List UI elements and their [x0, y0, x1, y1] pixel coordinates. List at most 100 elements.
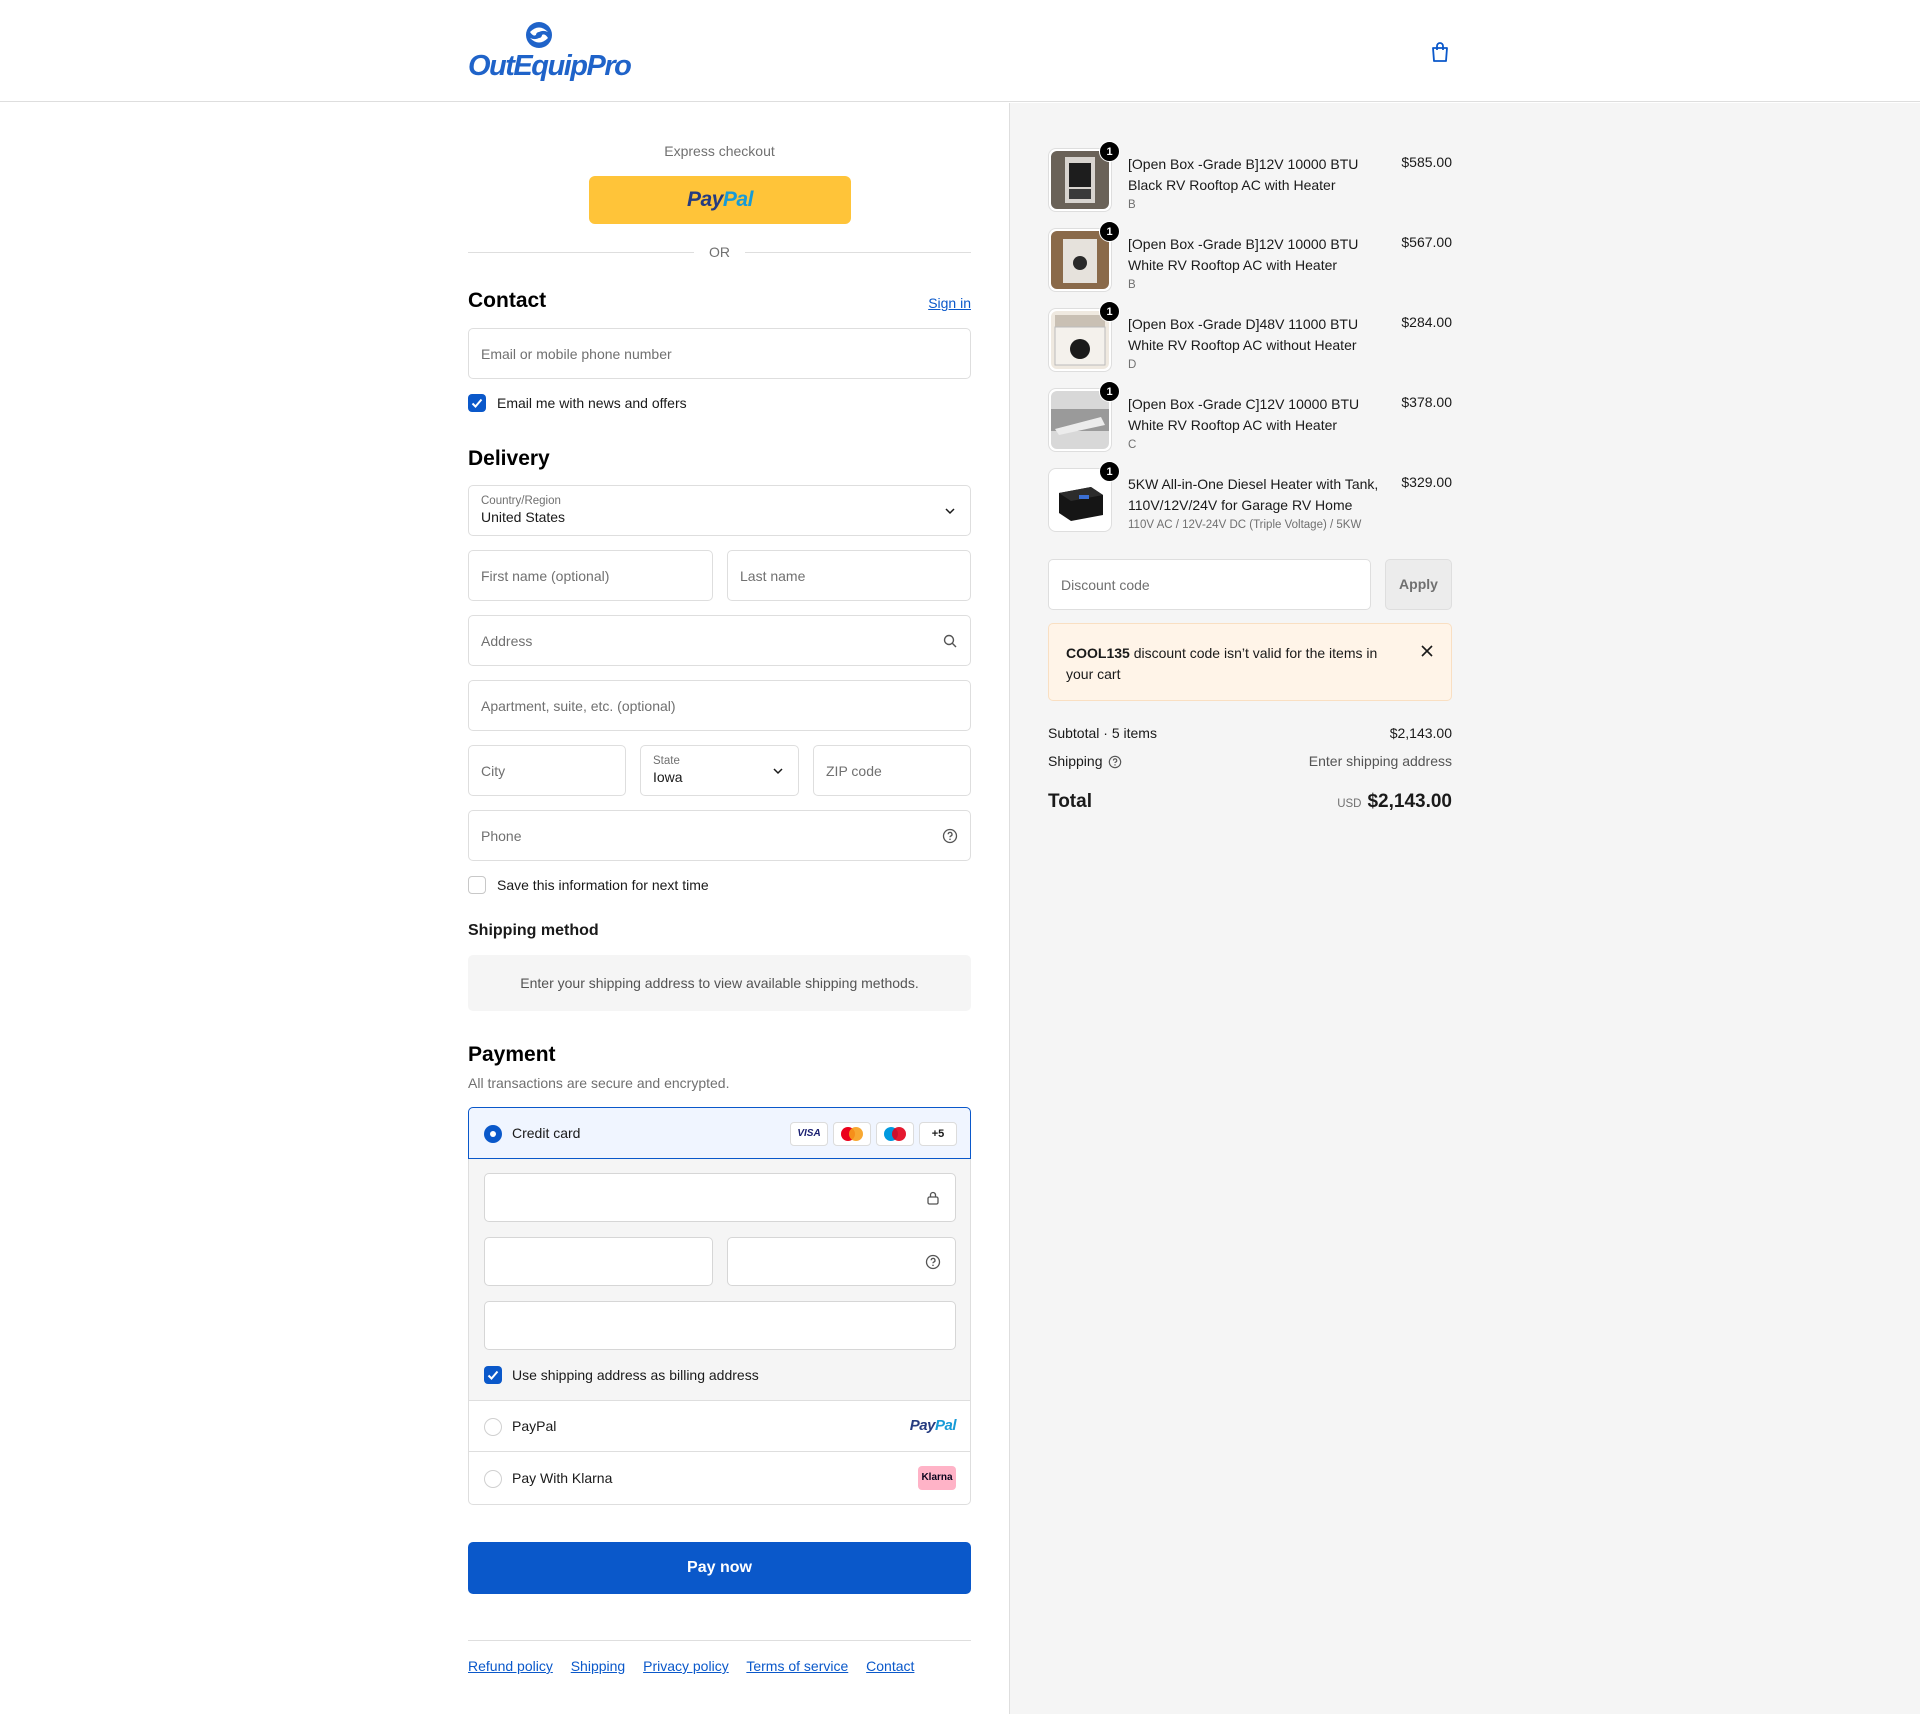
footer-links: Refund policy Shipping Privacy policy Te… [468, 1658, 928, 1674]
card-name-field[interactable] [484, 1301, 956, 1350]
subtotal-value: $2,143.00 [1389, 725, 1452, 741]
close-icon[interactable] [1420, 644, 1434, 658]
search-icon [943, 634, 957, 648]
privacy-policy-link[interactable]: Privacy policy [643, 1658, 729, 1674]
product-thumbnail: 1 [1048, 381, 1120, 452]
paypal-logo: PayPal [687, 188, 753, 211]
city-field[interactable]: City [468, 745, 626, 796]
item-name: [Open Box -Grade D]48V 11000 BTU White R… [1128, 316, 1359, 353]
discount-error-banner: COOL135 discount code isn’t valid for th… [1048, 623, 1452, 701]
item-name: 5KW All-in-One Diesel Heater with Tank, … [1128, 476, 1379, 513]
paypal-express-button[interactable]: PayPal [589, 176, 851, 224]
shipping-method-heading: Shipping method [468, 922, 599, 939]
help-circle-icon[interactable] [1108, 755, 1122, 769]
phone-field[interactable]: Phone [468, 810, 971, 861]
store-logo[interactable]: OutEquipPro [468, 20, 632, 84]
product-thumbnail: 1 [1048, 301, 1120, 372]
apartment-field[interactable]: Apartment, suite, etc. (optional) [468, 680, 971, 731]
klarna-radio[interactable] [484, 1470, 502, 1488]
card-number-field[interactable] [484, 1173, 956, 1222]
discount-code-field[interactable]: Discount code [1048, 559, 1371, 610]
item-variant: C [1128, 439, 1137, 451]
last-name-field[interactable]: Last name [727, 550, 971, 601]
discount-error-text: COOL135 discount code isn’t valid for th… [1066, 645, 1378, 682]
contact-heading: Contact [468, 289, 547, 312]
contact-link[interactable]: Contact [866, 1658, 914, 1674]
help-circle-icon[interactable] [942, 828, 958, 844]
product-thumbnail: 1 [1048, 221, 1120, 292]
card-cvv-field[interactable] [727, 1237, 956, 1286]
refund-policy-link[interactable]: Refund policy [468, 1658, 553, 1674]
item-price: $567.00 [1401, 234, 1452, 250]
logo-text: OutEquipPro [468, 50, 632, 82]
item-variant: D [1128, 359, 1137, 371]
checkmark-icon [471, 398, 483, 408]
cart-item: 1 [Open Box -Grade B]12V 10000 BTU White… [1048, 221, 1452, 294]
total-label: Total [1048, 791, 1092, 812]
footer-divider [468, 1640, 971, 1641]
quantity-badge: 1 [1099, 381, 1120, 402]
quantity-badge: 1 [1099, 301, 1120, 322]
express-checkout-title: Express checkout [664, 143, 775, 159]
chevron-down-icon [945, 508, 955, 515]
shipping-value: Enter shipping address [1308, 753, 1452, 769]
total-row: Total USD $2,143.00 [1048, 791, 1452, 817]
help-circle-icon[interactable] [925, 1254, 941, 1270]
email-field[interactable]: Email or mobile phone number [468, 328, 971, 379]
item-price: $585.00 [1401, 154, 1452, 170]
payment-heading: Payment [468, 1043, 556, 1066]
zip-field[interactable]: ZIP code [813, 745, 971, 796]
news-checkbox[interactable] [468, 394, 486, 412]
item-variant: 110V AC / 12V-24V DC (Triple Voltage) / … [1128, 519, 1362, 531]
credit-card-label: Credit card [512, 1125, 581, 1141]
item-price: $284.00 [1401, 314, 1452, 330]
item-variant: B [1128, 279, 1136, 291]
payment-subtitle: All transactions are secure and encrypte… [468, 1075, 730, 1091]
site-header: OutEquipPro [0, 0, 1920, 102]
pay-now-button[interactable]: Pay now [468, 1542, 971, 1594]
paypal-radio[interactable] [484, 1418, 502, 1436]
credit-card-radio[interactable] [484, 1125, 502, 1143]
or-label: OR [709, 244, 730, 260]
klarna-option[interactable]: Pay With Klarna Klarna [469, 1453, 970, 1503]
shipping-label: Shipping [1048, 753, 1103, 769]
cart-item: 1 5KW All-in-One Diesel Heater with Tank… [1048, 461, 1452, 534]
paypal-option[interactable]: PayPal PayPal [469, 1402, 970, 1452]
save-info-checkbox[interactable] [468, 876, 486, 894]
maestro-icon [876, 1122, 914, 1146]
country-select[interactable]: Country/Region United States [468, 485, 971, 536]
address-field[interactable]: Address [468, 615, 971, 666]
shopping-bag-icon[interactable] [1428, 40, 1452, 64]
payment-methods: Credit card VISA +5 Use shipping address… [468, 1107, 971, 1505]
klarna-label: Pay With Klarna [512, 1470, 613, 1486]
cart-item: 1 [Open Box -Grade C]12V 10000 BTU White… [1048, 381, 1452, 454]
item-name: [Open Box -Grade B]12V 10000 BTU Black R… [1128, 156, 1359, 193]
quantity-badge: 1 [1099, 461, 1120, 482]
more-cards-badge: +5 [919, 1122, 957, 1146]
sign-in-link[interactable]: Sign in [928, 295, 971, 311]
card-expiry-field[interactable] [484, 1237, 713, 1286]
logo-swirl-icon [526, 22, 552, 48]
quantity-badge: 1 [1099, 141, 1120, 162]
chevron-down-icon [773, 768, 783, 775]
subtotal-row: Subtotal · 5 items $2,143.00 [1048, 725, 1452, 741]
visa-icon: VISA [790, 1122, 828, 1146]
credit-card-option[interactable]: Credit card VISA +5 [468, 1107, 971, 1159]
quantity-badge: 1 [1099, 221, 1120, 242]
product-thumbnail: 1 [1048, 461, 1120, 532]
apply-discount-button[interactable]: Apply [1385, 559, 1452, 610]
first-name-field[interactable]: First name (optional) [468, 550, 713, 601]
mastercard-icon [833, 1122, 871, 1146]
item-name: [Open Box -Grade B]12V 10000 BTU White R… [1128, 236, 1359, 273]
klarna-badge: Klarna [918, 1466, 956, 1490]
paypal-label: PayPal [512, 1418, 557, 1434]
state-select[interactable]: State Iowa [640, 745, 799, 796]
checkmark-icon [487, 1370, 499, 1380]
paypal-logo: PayPal [909, 1417, 957, 1434]
shipping-link[interactable]: Shipping [571, 1658, 626, 1674]
billing-checkbox[interactable] [484, 1366, 502, 1384]
cart-item: 1 [Open Box -Grade D]48V 11000 BTU White… [1048, 301, 1452, 374]
terms-link[interactable]: Terms of service [746, 1658, 848, 1674]
shipping-row: Shipping Enter shipping address [1048, 753, 1452, 769]
credit-card-form: Use shipping address as billing address [469, 1159, 970, 1401]
